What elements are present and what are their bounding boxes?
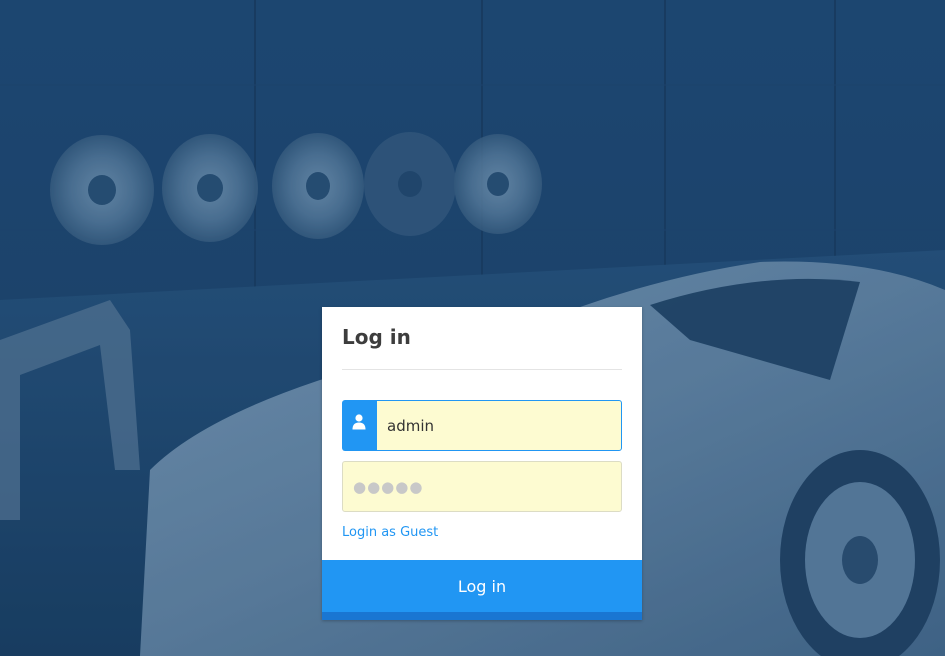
username-group [342,400,622,451]
password-input[interactable]: ●●●●● [342,461,622,512]
login-card: Log in ●●●●● Login as Guest Log in [322,307,642,620]
login-button[interactable]: Log in [322,560,642,620]
login-as-guest-link[interactable]: Login as Guest [342,525,438,540]
user-icon [342,400,377,451]
username-input[interactable] [376,400,622,451]
user-icon-glyph [352,414,366,430]
title-divider [342,369,622,370]
login-title: Log in [342,325,411,349]
